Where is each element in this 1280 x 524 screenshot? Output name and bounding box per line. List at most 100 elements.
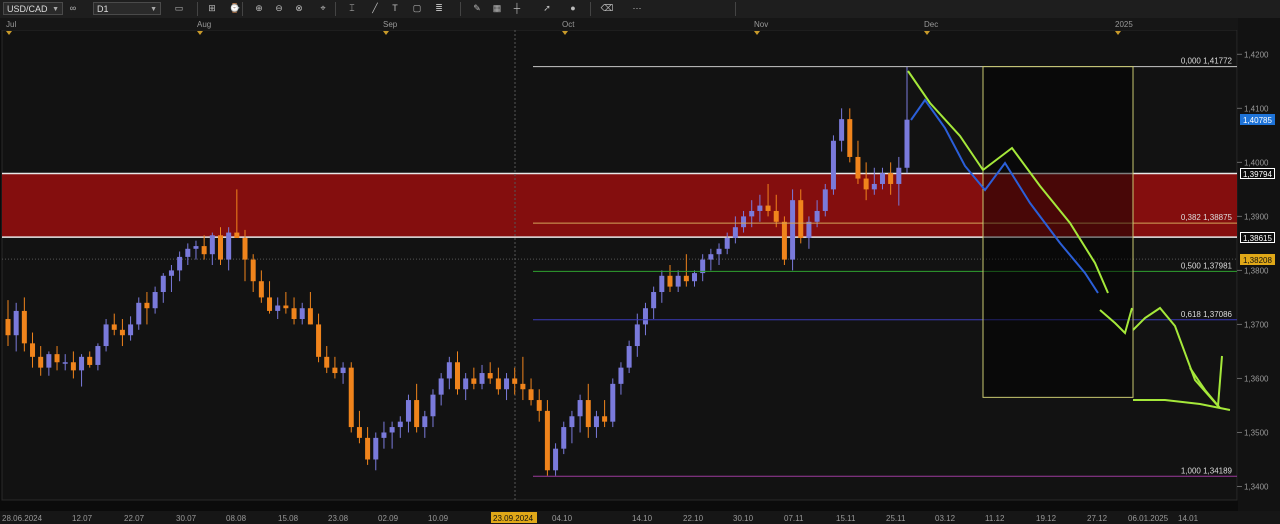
date-label: 06.01.2025 [1128,514,1169,523]
price-tick-label: 1,4200 [1244,50,1269,59]
indicator-icon[interactable]: ⊞ [205,2,219,15]
candle-body [136,302,142,325]
candle-body [119,329,125,336]
timeframe-select[interactable]: D1 ▼ [93,2,161,15]
candle-body [348,367,354,428]
candle-body [299,308,305,320]
candle-body [316,324,322,357]
ruler-icon[interactable]: ┼ [510,2,524,15]
arrow-icon[interactable]: ➚ [540,2,554,15]
candle-body [790,200,796,260]
candle-body [291,308,297,320]
more-icon[interactable]: ⋯ [630,2,644,15]
candle-body [528,389,534,401]
candle-body [642,308,648,325]
candle-body [389,427,395,433]
candle-body [422,416,428,428]
timeframe-icon[interactable]: ⌚ [228,2,242,15]
rectangle-icon[interactable]: ▢ [410,2,424,15]
candle-body [258,281,264,298]
candle-body [659,275,665,293]
month-label: Jul [6,20,16,29]
candle-body [160,275,166,293]
candle-body [847,119,853,157]
candle-body [275,305,281,311]
candle-body [307,308,313,325]
zoom-out-icon[interactable]: ⊖ [272,2,286,15]
candle-body [724,237,730,249]
candle-body [888,173,894,184]
candle-body [602,416,608,422]
date-label: 22.07 [124,514,145,523]
text-icon[interactable]: T [388,2,402,15]
toolbar-separator [197,2,198,16]
month-axis [0,18,1280,30]
candle-body [879,173,885,184]
candle-body [773,210,779,222]
circle-icon[interactable]: ● [566,2,580,15]
candle-body [708,254,714,260]
line-icon[interactable]: ╱ [368,2,382,15]
price-tick-label: 1,3700 [1244,320,1269,329]
candle-body [618,367,624,384]
candle-body [896,167,902,184]
candle-body [610,383,616,422]
fibonacci-icon[interactable]: ≣ [432,2,446,15]
candle-body [128,324,134,336]
candle-body [62,362,68,364]
candle-body [634,324,640,347]
candle-body [561,427,567,449]
grid-icon[interactable]: ▦ [490,2,504,15]
price-tick-label: 1,3500 [1244,428,1269,437]
price-tick-label: 1,4000 [1244,158,1269,167]
eraser-icon[interactable]: ⌫ [600,2,614,15]
candle-body [749,210,755,217]
date-label: 28.06.2024 [2,514,43,523]
candle-body [741,216,747,228]
candle-body [692,273,698,282]
zoom-in-icon[interactable]: ⊕ [252,2,266,15]
candle-body [781,221,787,260]
candle-body [324,356,330,368]
candle-body [504,378,510,390]
month-label: Aug [197,20,211,29]
candle-body [798,200,804,238]
candle-body [46,354,52,368]
candle-body [814,210,820,222]
fib-level-label: 0,618 1,37086 [1181,310,1233,319]
chart-canvas[interactable]: Jul Aug Sep Oct Nov Dec 2025 1,4200 1,4100 1,4000… [0,18,1280,524]
price-tick-label: 1,3600 [1244,374,1269,383]
candle-body [201,246,207,255]
candle-body [536,400,542,411]
price-label-line: 1,38615 [1240,231,1275,243]
candle-body [30,343,36,357]
candle-body [144,302,150,309]
candle-body [822,189,828,211]
candle-body [839,119,845,141]
price-tick-label: 1,3900 [1244,212,1269,221]
price-label-bid: 1,38208 [1240,253,1275,265]
candle-body [21,310,27,344]
pencil-icon[interactable]: ✎ [470,2,484,15]
candle-body [177,256,183,271]
link-icon[interactable]: ∞ [66,2,80,15]
symbol-select[interactable]: USD/CAD ▼ [3,2,63,15]
candle-body [732,227,738,238]
date-label: 30.10 [733,514,754,523]
autoscroll-icon[interactable]: ⊗ [292,2,306,15]
candle-body [593,416,599,428]
toolbar-separator [460,2,461,16]
date-label: 23.08 [328,514,349,523]
price-tick-label: 1,3400 [1244,482,1269,491]
candle-body [226,232,232,260]
highlighted-date-label: 23.09.2024 [493,514,534,523]
cursor-icon[interactable]: ⌶ [345,2,359,15]
candle-body [863,178,869,190]
date-label: 22.10 [683,514,704,523]
candle-body [683,275,689,282]
chart-type-icon[interactable]: ▭ [172,2,186,15]
candle-body [626,346,632,368]
candle-body [217,235,223,260]
crosshair-icon[interactable]: ⌖ [316,2,330,15]
date-label: 07.11 [784,514,804,523]
